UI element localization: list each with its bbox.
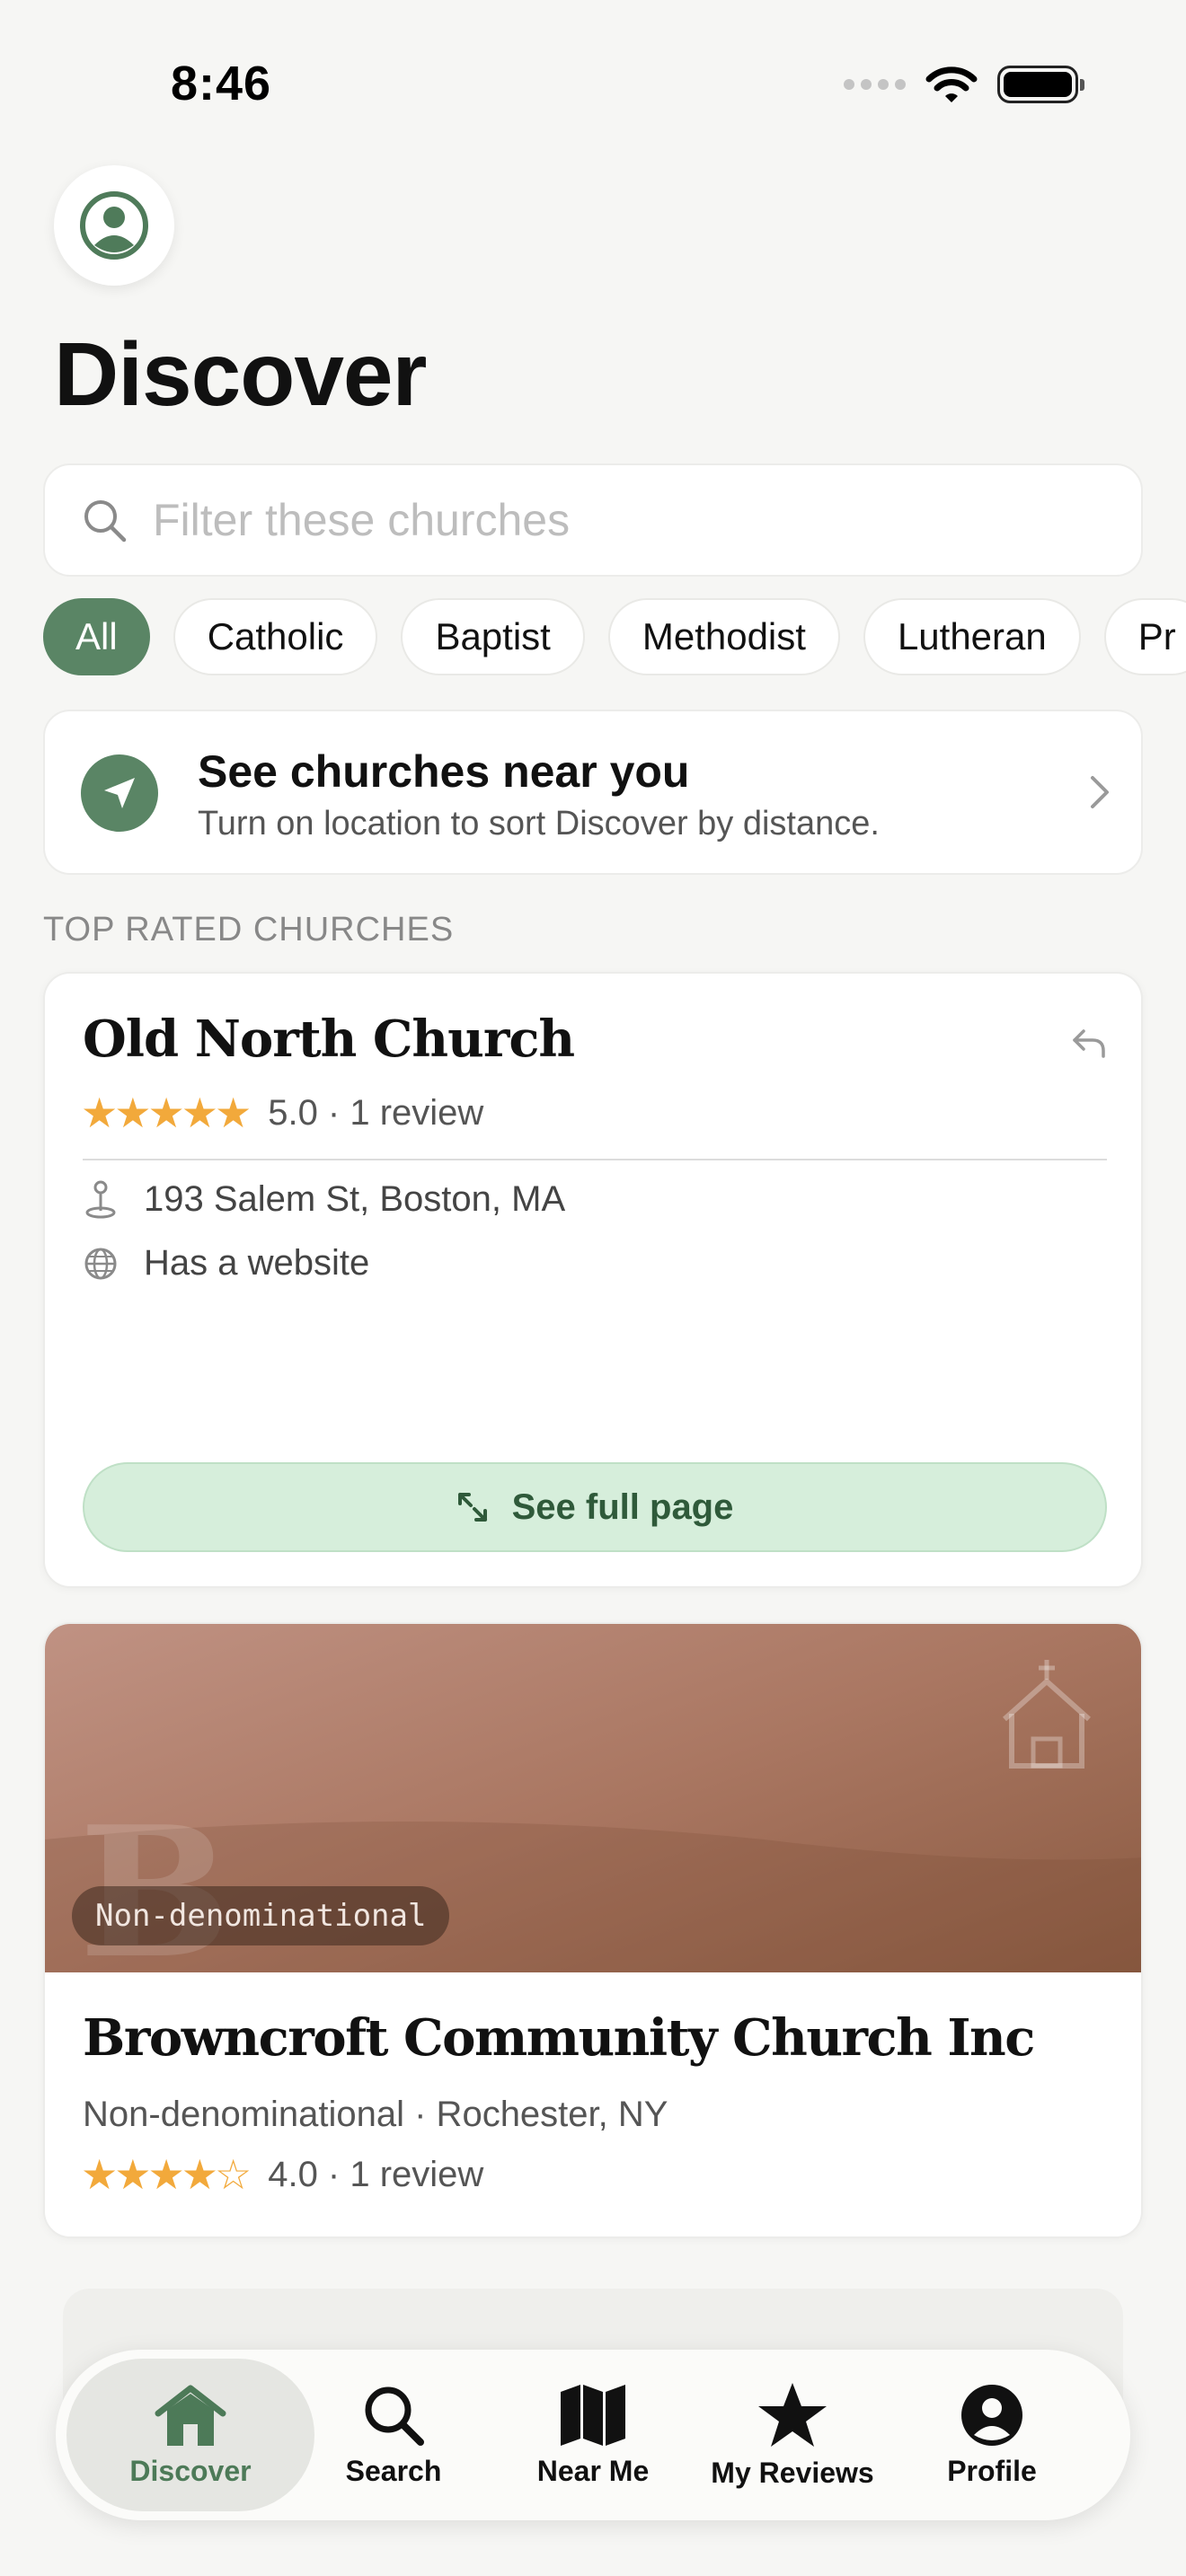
wifi-icon xyxy=(925,66,978,102)
church-building-icon xyxy=(1003,1660,1091,1769)
chevron-right-icon xyxy=(1091,776,1109,808)
battery-icon xyxy=(997,66,1084,103)
person-circle-icon xyxy=(80,191,148,260)
search-icon xyxy=(84,500,127,543)
filter-chip-catholic[interactable]: Catholic xyxy=(173,598,378,675)
website-status: Has a website xyxy=(144,1243,370,1283)
location-prompt-card[interactable]: See churches near you Turn on location t… xyxy=(43,710,1143,875)
church-name: Old North Church xyxy=(83,1010,575,1069)
website-row: Has a website xyxy=(83,1243,369,1284)
tab-my-reviews[interactable]: My Reviews xyxy=(694,2359,891,2511)
filter-chip-lutheran[interactable]: Lutheran xyxy=(863,598,1081,675)
status-time: 8:46 xyxy=(171,57,272,110)
rating-text: 5.0 · 1 review xyxy=(268,1092,484,1133)
globe-icon xyxy=(84,1248,117,1279)
tab-label: My Reviews xyxy=(711,2456,874,2489)
section-label: TOP RATED CHURCHES xyxy=(43,911,455,948)
tab-label: Discover xyxy=(129,2454,252,2487)
divider xyxy=(83,1159,1107,1160)
filter-chip-presbyterian[interactable]: Pr xyxy=(1103,598,1186,675)
search-icon xyxy=(365,2386,424,2446)
tab-discover[interactable]: Discover xyxy=(66,2359,314,2511)
search-bar[interactable] xyxy=(43,463,1143,577)
location-prompt-title: See churches near you xyxy=(198,746,690,797)
see-full-page-label: See full page xyxy=(511,1486,734,1527)
filter-chip-methodist[interactable]: Methodist xyxy=(607,598,840,675)
see-full-page-button[interactable]: See full page xyxy=(83,1462,1107,1552)
star-rating: ★★★★★ xyxy=(81,1090,252,1136)
tab-near-me[interactable]: Near Me xyxy=(494,2359,692,2511)
house-icon xyxy=(155,2385,226,2446)
map-pin-icon xyxy=(85,1180,116,1219)
church-name: Browncroft Community Church Inc xyxy=(83,2008,1035,2068)
status-indicators xyxy=(844,65,1084,104)
church-subtitle: Non-denominational · Rochester, NY xyxy=(83,2095,668,2134)
cellular-signal-icon xyxy=(844,79,906,90)
address-row: 193 Salem St, Boston, MA xyxy=(83,1178,565,1220)
location-arrow-icon xyxy=(81,754,158,832)
tab-profile[interactable]: Profile xyxy=(893,2359,1091,2511)
tab-bar: Discover Search Near Me My Reviews Profi… xyxy=(56,2350,1130,2520)
person-circle-icon xyxy=(961,2384,1022,2446)
church-card[interactable]: B Non-denominational Browncroft Communit… xyxy=(43,1622,1143,2238)
search-input[interactable] xyxy=(153,494,1051,546)
rating-text: 4.0 · 1 review xyxy=(268,2154,484,2194)
rating-row: ★★★★★ 5.0 · 1 review xyxy=(81,1092,483,1134)
filter-chips: All Catholic Baptist Methodist Lutheran … xyxy=(43,598,1186,675)
tab-label: Search xyxy=(345,2454,442,2487)
rating-row: ★★★★☆ 4.0 · 1 review xyxy=(81,2154,483,2195)
denomination-badge: Non-denominational xyxy=(72,1886,450,1945)
page-title: Discover xyxy=(54,324,427,425)
expand-arrows-icon xyxy=(457,1493,487,1522)
map-icon xyxy=(561,2384,625,2446)
star-icon xyxy=(758,2382,827,2447)
star-rating: ★★★★☆ xyxy=(81,2151,252,2198)
share-reply-icon[interactable] xyxy=(1071,1028,1107,1060)
tab-search[interactable]: Search xyxy=(295,2359,492,2511)
church-card[interactable]: Old North Church ★★★★★ 5.0 · 1 review 19… xyxy=(43,972,1143,1588)
profile-avatar-button[interactable] xyxy=(54,165,174,286)
church-hero-image: B Non-denominational xyxy=(45,1624,1141,1972)
filter-chip-all[interactable]: All xyxy=(43,598,150,675)
tab-label: Profile xyxy=(947,2454,1037,2487)
filter-chip-baptist[interactable]: Baptist xyxy=(401,598,585,675)
church-address: 193 Salem St, Boston, MA xyxy=(144,1178,566,1219)
location-prompt-subtitle: Turn on location to sort Discover by dis… xyxy=(198,805,880,842)
tab-label: Near Me xyxy=(536,2454,650,2487)
